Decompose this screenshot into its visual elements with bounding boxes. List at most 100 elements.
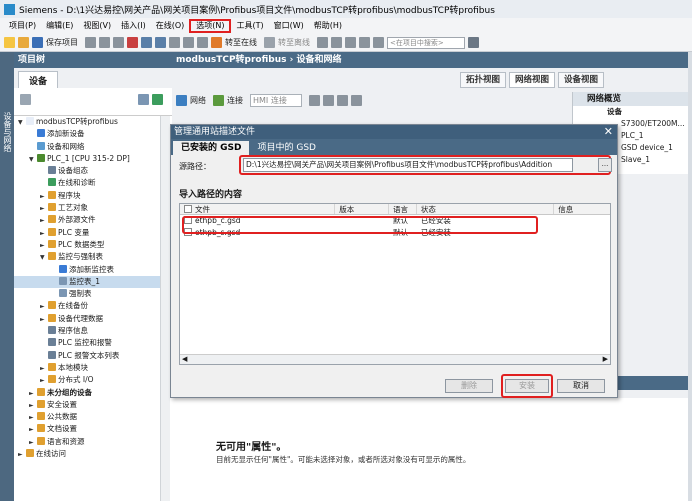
tree-item[interactable]: ► 设备代理数据 [14, 313, 172, 325]
search-icon[interactable] [468, 37, 479, 48]
table-horizontal-scrollbar[interactable]: ◀ ▶ [180, 354, 610, 364]
connect-button[interactable]: 连接 [227, 95, 243, 106]
menu-view[interactable]: 视图(V) [78, 19, 116, 33]
zoom-icon[interactable] [350, 94, 362, 106]
tree-item[interactable]: ► PLC 变量 [14, 227, 172, 239]
select-all-checkbox[interactable] [184, 205, 192, 213]
cancel-button[interactable]: 取消 [557, 379, 605, 393]
tree-item-label: PLC 变量 [58, 227, 90, 237]
tree-item[interactable]: ► 未分组的设备 [14, 387, 172, 399]
tree-item[interactable]: ▼ 监控与强制表 [14, 251, 172, 263]
layout-icon[interactable] [322, 94, 334, 106]
tree-item[interactable]: ► 在线访问 [14, 448, 172, 460]
menu-tools[interactable]: 工具(T) [231, 19, 268, 33]
menu-online[interactable]: 在线(O) [151, 19, 190, 33]
delete-icon[interactable] [127, 37, 138, 48]
tree-item[interactable]: 在线和诊断 [14, 177, 172, 189]
download-icon[interactable] [183, 37, 194, 48]
menu-project[interactable]: 项目(P) [4, 19, 41, 33]
properties-empty-title: 无可用"属性"。 [216, 442, 287, 453]
browse-button[interactable]: ... [598, 158, 612, 172]
cut-icon[interactable] [85, 37, 96, 48]
new-project-icon[interactable] [4, 37, 15, 48]
cross-reference-icon[interactable] [331, 37, 342, 48]
copy-icon[interactable] [99, 37, 110, 48]
source-path-field[interactable]: D:\1兴达易控\网关产品\网关项目案例\Profibus项目文件\modbus… [243, 158, 573, 172]
tree-item[interactable]: ► 安全设置 [14, 399, 172, 411]
menu-options[interactable]: 选项(N) [189, 19, 232, 33]
add-icon[interactable] [152, 94, 163, 105]
grid-icon[interactable] [336, 94, 348, 106]
tree-item-label: 监控表_1 [69, 276, 101, 286]
tree-item[interactable]: ► PLC 数据类型 [14, 239, 172, 251]
tree-item[interactable]: PLC 监控和报警 [14, 337, 172, 349]
tab-device-view[interactable]: 设备视图 [558, 72, 605, 88]
hmi-connection-select[interactable]: HMI 连接 [250, 93, 302, 107]
tree-item-label: 在线备份 [58, 301, 88, 311]
tab-installed-gsd[interactable]: 已安装的 GSD [173, 141, 250, 155]
tree-item[interactable]: ► 文档设置 [14, 423, 172, 435]
tree-item[interactable]: ► 在线备份 [14, 300, 172, 312]
tree-item-label: 工艺对象 [58, 203, 88, 213]
highlight-icon[interactable] [308, 94, 320, 106]
close-icon[interactable] [345, 37, 356, 48]
tree-item[interactable]: ► 语言和资源 [14, 436, 172, 448]
go-offline-button[interactable]: 转至离线 [278, 37, 310, 48]
network-icon[interactable] [176, 94, 187, 106]
tree-item[interactable]: 添加新监控表 [14, 264, 172, 276]
paste-icon[interactable] [113, 37, 124, 48]
scroll-right-icon[interactable]: ▶ [603, 355, 608, 363]
delete-button[interactable]: 删除 [445, 379, 493, 393]
tree-item[interactable]: ▼ modbusTCP转profibus [14, 116, 172, 128]
tab-network-view[interactable]: 网络视图 [509, 72, 556, 88]
project-tree-settings-icon[interactable] [20, 94, 31, 105]
tree-item[interactable]: ► 外部源文件 [14, 214, 172, 226]
scroll-left-icon[interactable]: ◀ [182, 355, 187, 363]
tree-expander-icon[interactable]: ► [18, 449, 26, 461]
save-icon[interactable] [32, 37, 43, 48]
tree-item-icon [59, 276, 67, 285]
tree-item[interactable]: 添加新设备 [14, 128, 172, 140]
tree-item[interactable]: 设备组态 [14, 165, 172, 177]
menu-window[interactable]: 窗口(W) [269, 19, 309, 33]
go-offline-icon[interactable] [264, 37, 275, 48]
redo-icon[interactable] [155, 37, 166, 48]
tree-item[interactable]: 设备和网络 [14, 141, 172, 153]
go-online-button[interactable]: 转至在线 [225, 37, 257, 48]
network-button[interactable]: 网络 [190, 95, 206, 106]
open-project-icon[interactable] [18, 37, 29, 48]
view-toggle-icon[interactable] [138, 94, 149, 105]
tree-item[interactable]: ► 公共数据 [14, 411, 172, 423]
tab-topology-view[interactable]: 拓扑视图 [460, 72, 507, 88]
go-online-icon[interactable] [211, 37, 222, 48]
tree-item[interactable]: ► 分布式 I/O [14, 374, 172, 386]
connect-icon[interactable] [213, 94, 224, 106]
tree-item[interactable]: ► 本地模块 [14, 362, 172, 374]
compile-icon[interactable] [169, 37, 180, 48]
tree-item-label: PLC 数据类型 [58, 239, 105, 249]
side-strip-label[interactable]: 设备与网络 [2, 112, 13, 152]
tab-project-gsd[interactable]: 项目中的 GSD [249, 141, 323, 155]
tree-item[interactable]: ► 工艺对象 [14, 202, 172, 214]
column-file-label: 文件 [195, 205, 210, 214]
menu-insert[interactable]: 插入(I) [116, 19, 151, 33]
undo-icon[interactable] [141, 37, 152, 48]
tree-item[interactable]: ► 程序块 [14, 190, 172, 202]
split-vertical-icon[interactable] [373, 37, 384, 48]
tree-item[interactable]: ▼ PLC_1 [CPU 315-2 DP] [14, 153, 172, 165]
accessible-devices-icon[interactable] [317, 37, 328, 48]
tree-item[interactable]: 强制表 [14, 288, 172, 300]
tree-item-icon [37, 387, 45, 396]
menu-edit[interactable]: 编辑(E) [41, 19, 78, 33]
dialog-close-icon[interactable]: ✕ [604, 125, 613, 139]
tree-item[interactable]: 程序信息 [14, 325, 172, 337]
split-horizontal-icon[interactable] [359, 37, 370, 48]
project-search-input[interactable]: <在项目中搜索> [387, 36, 465, 49]
tree-item[interactable]: 监控表_1 [14, 275, 172, 289]
tree-item[interactable]: PLC 报警文本列表 [14, 350, 172, 362]
save-project-button[interactable]: 保存项目 [46, 37, 78, 48]
menu-help[interactable]: 帮助(H) [309, 19, 347, 33]
upload-icon[interactable] [197, 37, 208, 48]
project-tree-scrollbar[interactable] [160, 116, 170, 501]
tree-item-icon [37, 129, 45, 138]
